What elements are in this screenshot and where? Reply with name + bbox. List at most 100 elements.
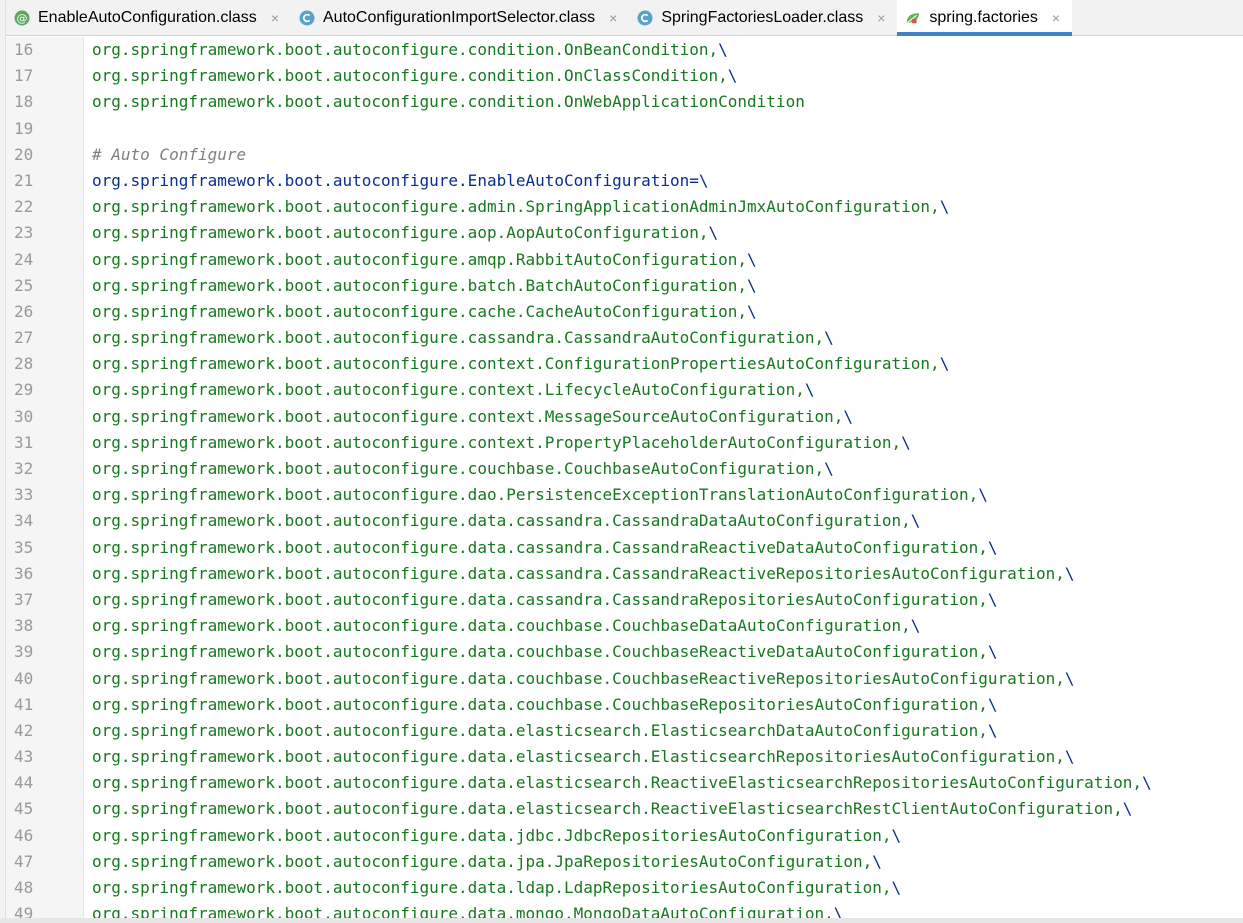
code-line[interactable]: 43 org.springframework.boot.autoconfigure…	[6, 744, 1243, 770]
code-text: org.springframework.boot.autoconfigure.d…	[92, 642, 988, 662]
code-line[interactable]: 28 org.springframework.boot.autoconfigure…	[6, 351, 1243, 377]
code-line[interactable]: 27 org.springframework.boot.autoconfigure…	[6, 325, 1243, 351]
line-continuation: \	[987, 720, 998, 740]
code-line[interactable]: 38 org.springframework.boot.autoconfigure…	[6, 613, 1243, 639]
code-line[interactable]: 26 org.springframework.boot.autoconfigure…	[6, 299, 1243, 325]
code-line[interactable]: 31 org.springframework.boot.autoconfigure…	[6, 430, 1243, 456]
line-continuation: \	[833, 904, 844, 918]
property-text: org.springframework.boot.autoconfigure.c…	[84, 351, 1243, 377]
code-line[interactable]: 18 org.springframework.boot.autoconfigure…	[6, 89, 1243, 115]
code-line[interactable]: 33 org.springframework.boot.autoconfigure…	[6, 482, 1243, 508]
line-number: 22	[14, 197, 34, 217]
line-continuation: \	[910, 616, 921, 636]
code-text: org.springframework.boot.autoconfigure.d…	[92, 878, 892, 897]
comment-text: # Auto Configure	[84, 142, 1243, 168]
property-text: org.springframework.boot.autoconfigure.c…	[84, 299, 1243, 325]
line-number: 30	[14, 406, 34, 426]
code-line[interactable]: 19	[6, 116, 1243, 142]
line-continuation: \	[987, 589, 998, 609]
line-number: 44	[14, 773, 34, 793]
line-number: 19	[14, 118, 34, 138]
code-text: org.springframework.boot.autoconfigure.c…	[92, 66, 728, 86]
line-number: 37	[14, 589, 34, 609]
line-number: 41	[14, 694, 34, 714]
code-line[interactable]: 21 org.springframework.boot.autoconfigure…	[6, 168, 1243, 194]
tab-enable-auto-configuration[interactable]: @ EnableAutoConfiguration.class ×	[6, 0, 291, 35]
code-line[interactable]: 36 org.springframework.boot.autoconfigure…	[6, 561, 1243, 587]
horizontal-scrollbar[interactable]	[0, 918, 1243, 923]
code-line[interactable]: 29 org.springframework.boot.autoconfigure…	[6, 377, 1243, 403]
tab-spring-factories[interactable]: spring.factories ×	[897, 0, 1073, 36]
code-line[interactable]: 40 org.springframework.boot.autoconfigure…	[6, 666, 1243, 692]
class-icon	[299, 10, 315, 26]
line-number: 32	[14, 459, 34, 478]
code-text: org.springframework.boot.autoconfigure.c…	[92, 406, 844, 426]
code-line[interactable]: 48 org.springframework.boot.autoconfigure…	[6, 875, 1243, 901]
code-line[interactable]: 37 org.springframework.boot.autoconfigure…	[6, 587, 1243, 613]
code-text: org.springframework.boot.autoconfigure.d…	[92, 589, 988, 609]
editor-tab-bar: @ EnableAutoConfiguration.class × AutoCo…	[6, 0, 1243, 36]
line-continuation: \	[747, 301, 757, 321]
line-continuation: \	[747, 275, 757, 295]
code-line[interactable]: 47 org.springframework.boot.autoconfigure…	[6, 849, 1243, 875]
code-text: org.springframework.boot.autoconfigure.c…	[92, 328, 825, 348]
close-icon[interactable]: ×	[271, 10, 279, 26]
code-line[interactable]: 49 org.springframework.boot.autoconfigure…	[6, 901, 1243, 918]
code-line[interactable]: 17 org.springframework.boot.autoconfigure…	[6, 63, 1243, 89]
line-number: 25	[14, 275, 34, 295]
property-text: org.springframework.boot.autoconfigure.d…	[84, 901, 1243, 918]
code-text: org.springframework.boot.autoconfigure.d…	[92, 851, 873, 871]
line-number: 23	[14, 223, 34, 243]
line-number: 45	[14, 799, 34, 819]
line-number: 18	[14, 92, 34, 112]
line-number: 28	[14, 354, 34, 374]
line-number: 38	[14, 616, 34, 636]
line-continuation: \	[698, 170, 709, 190]
code-line[interactable]: 23 org.springframework.boot.autoconfigure…	[6, 220, 1243, 246]
line-continuation: \	[747, 249, 757, 269]
property-text: org.springframework.boot.autoconfigure.d…	[84, 613, 1243, 639]
code-line[interactable]: 24 org.springframework.boot.autoconfigure…	[6, 247, 1243, 273]
property-text	[84, 116, 1243, 142]
line-continuation: \	[718, 40, 728, 59]
spring-factories-icon	[905, 10, 921, 26]
code-line[interactable]: 39 org.springframework.boot.autoconfigure…	[6, 639, 1243, 665]
code-line[interactable]: 45 org.springframework.boot.autoconfigure…	[6, 796, 1243, 822]
code-line[interactable]: 22 org.springframework.boot.autoconfigure…	[6, 194, 1243, 220]
code-editor[interactable]: 16 org.springframework.boot.autoconfigure…	[6, 37, 1243, 918]
line-number: 35	[14, 537, 34, 557]
code-line[interactable]: 30 org.springframework.boot.autoconfigure…	[6, 404, 1243, 430]
tab-auto-configuration-import-selector[interactable]: AutoConfigurationImportSelector.class ×	[291, 0, 629, 35]
tab-label: AutoConfigurationImportSelector.class	[323, 8, 596, 26]
tab-spring-factories-loader[interactable]: SpringFactoriesLoader.class ×	[629, 0, 897, 35]
code-line[interactable]: 32 org.springframework.boot.autoconfigure…	[6, 456, 1243, 482]
code-text: org.springframework.boot.autoconfigure.c…	[92, 301, 748, 321]
line-number: 33	[14, 485, 34, 505]
property-text: org.springframework.boot.autoconfigure.c…	[84, 404, 1243, 430]
close-icon[interactable]: ×	[1052, 10, 1060, 26]
code-line[interactable]: 41 org.springframework.boot.autoconfigure…	[6, 692, 1243, 718]
code-line[interactable]: 25 org.springframework.boot.autoconfigure…	[6, 273, 1243, 299]
code-text: org.springframework.boot.autoconfigure.d…	[92, 668, 1065, 688]
code-line[interactable]: 16 org.springframework.boot.autoconfigure…	[6, 37, 1243, 63]
code-line[interactable]: 34 org.springframework.boot.autoconfigure…	[6, 508, 1243, 534]
code-text: org.springframework.boot.autoconfigure.c…	[92, 92, 805, 112]
code-text: org.springframework.boot.autoconfigure.d…	[92, 747, 1065, 767]
line-number: 49	[14, 904, 34, 918]
code-line[interactable]: 35 org.springframework.boot.autoconfigure…	[6, 535, 1243, 561]
line-number: 21	[14, 170, 34, 190]
line-continuation: \	[901, 432, 911, 452]
line-continuation: \	[727, 66, 738, 86]
close-icon[interactable]: ×	[877, 10, 885, 26]
property-text: org.springframework.boot.autoconfigure.d…	[84, 718, 1243, 744]
code-line[interactable]: 44 org.springframework.boot.autoconfigure…	[6, 770, 1243, 796]
code-line[interactable]: 42 org.springframework.boot.autoconfigure…	[6, 718, 1243, 744]
line-continuation: \	[843, 406, 853, 426]
property-text: org.springframework.boot.autoconfigure.c…	[84, 325, 1243, 351]
line-continuation: \	[987, 694, 998, 714]
close-icon[interactable]: ×	[609, 10, 617, 26]
code-line[interactable]: 20 # Auto Configure	[6, 142, 1243, 168]
line-continuation: \	[987, 537, 998, 557]
code-line[interactable]: 46 org.springframework.boot.autoconfigure…	[6, 823, 1243, 849]
property-text: org.springframework.boot.autoconfigure.d…	[84, 770, 1243, 796]
